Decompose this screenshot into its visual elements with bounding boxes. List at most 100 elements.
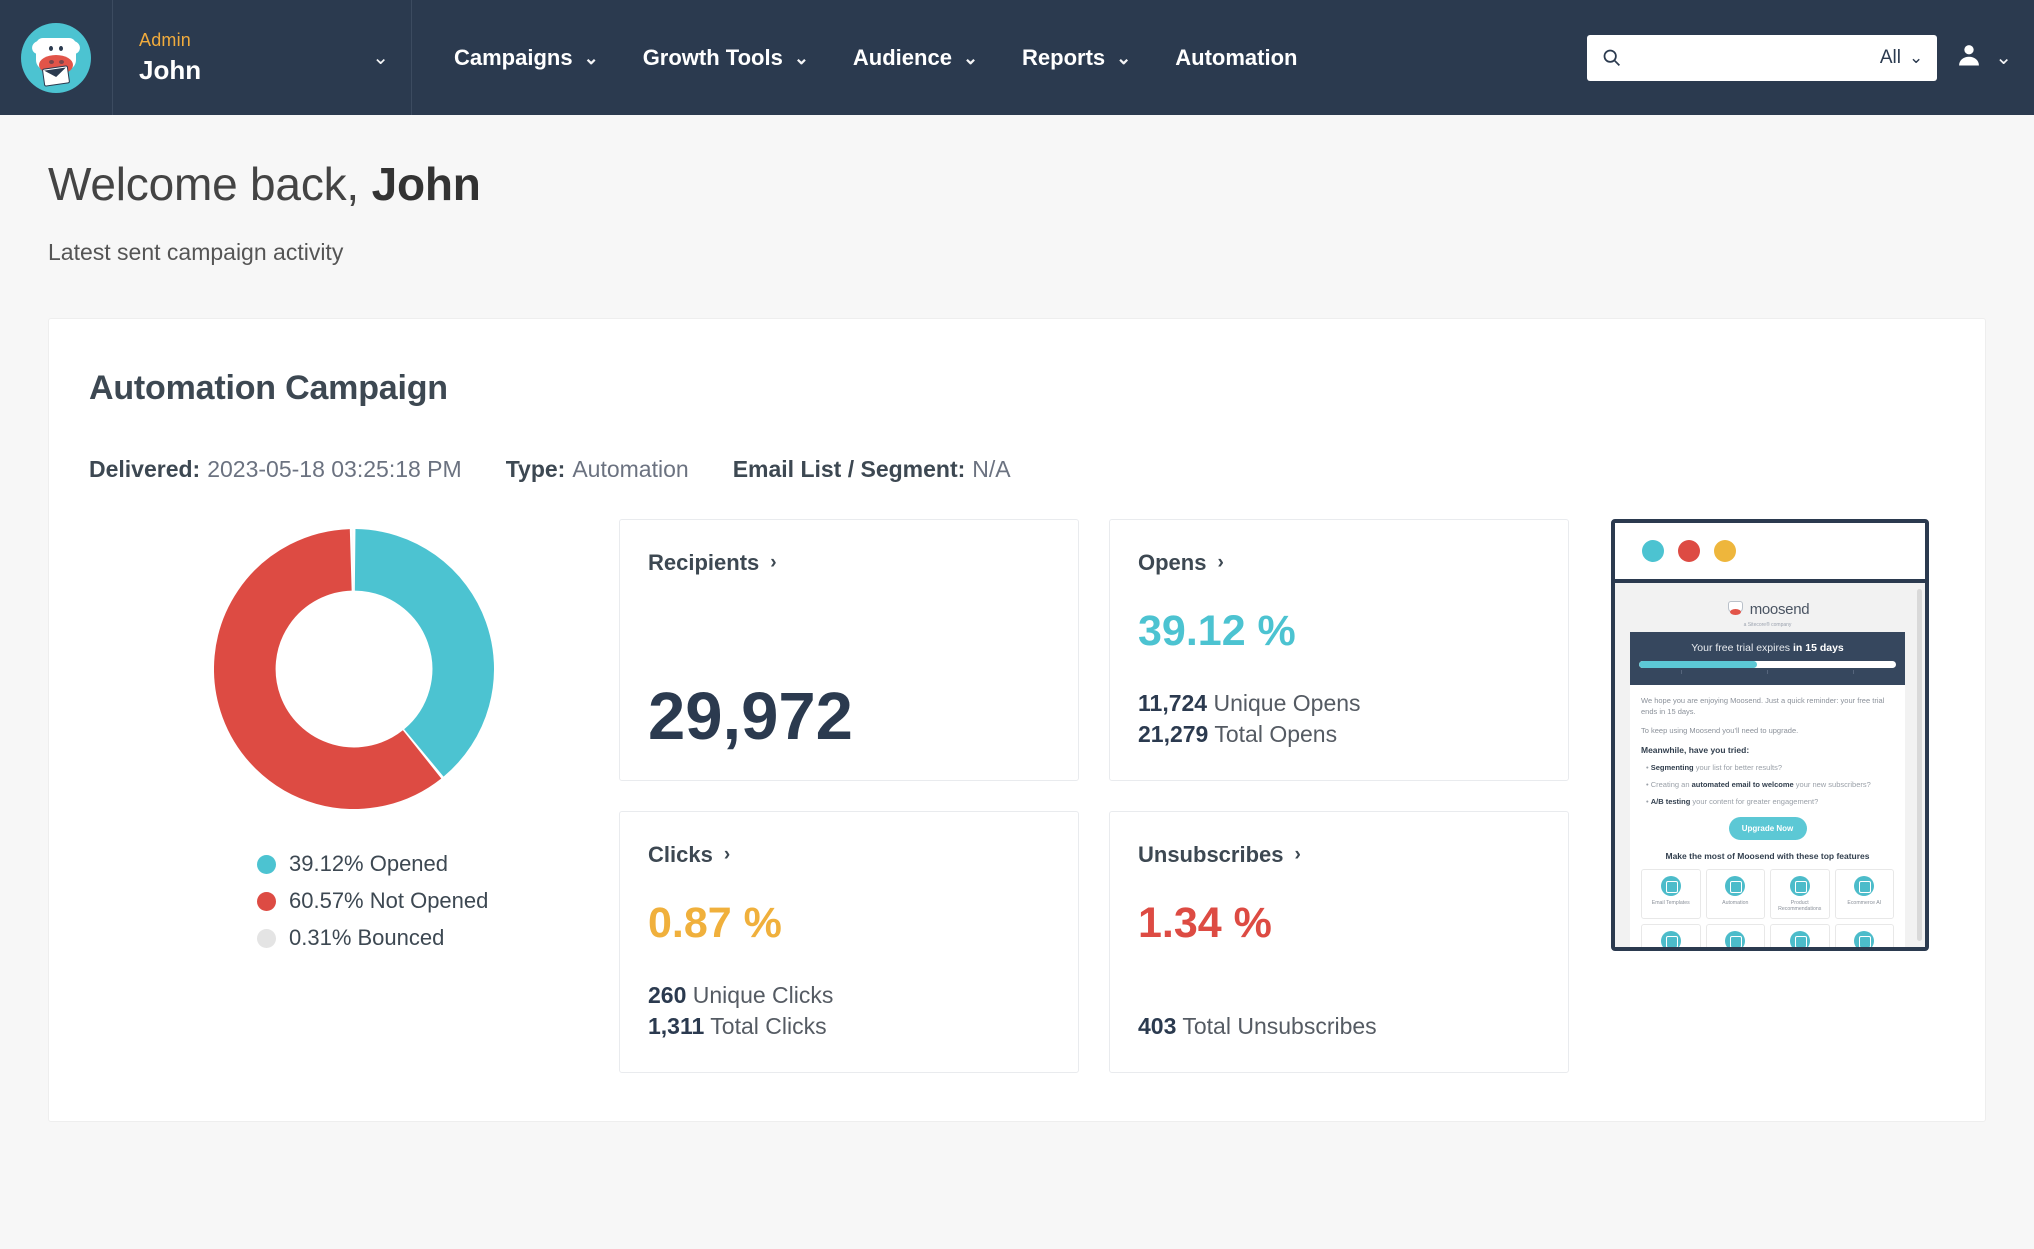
donut-chart-svg: [214, 529, 494, 809]
nav-item-reports[interactable]: Reports ⌄: [1022, 0, 1131, 115]
meta-label: Delivered:: [89, 456, 201, 482]
campaign-summary-card: Automation Campaign Delivered: 2023-05-18…: [48, 318, 1986, 1122]
stat-line-value: 260: [648, 981, 687, 1008]
subscription-forms-icon: [1725, 931, 1746, 947]
account-name: John: [139, 54, 202, 85]
stat-line-value: 403: [1138, 1012, 1177, 1039]
legend-item-bounced: 0.31% Bounced: [257, 925, 619, 951]
stat-line-label: Unique Opens: [1213, 689, 1361, 716]
search-input[interactable]: [1622, 47, 1880, 68]
trial-text-bold: in 15 days: [1792, 642, 1844, 654]
email-content: moosend a Sitecore® company Your free tr…: [1615, 583, 1925, 947]
moosend-cow-icon: [1726, 600, 1745, 619]
stat-line-value: 11,724: [1138, 689, 1208, 716]
email-main-block: We hope you are enjoying Moosend. Just a…: [1630, 685, 1905, 947]
welcome-user-name: John: [371, 158, 481, 210]
chevron-right-icon: ›: [1294, 844, 1301, 865]
window-dot-red: [1678, 540, 1700, 562]
product-recommendations-icon: [1789, 875, 1810, 896]
chevron-down-icon: ⌄: [793, 47, 809, 68]
nav-item-growth-tools[interactable]: Growth Tools ⌄: [643, 0, 809, 115]
stat-card-header[interactable]: Recipients ›: [648, 550, 1050, 576]
stat-line-label: Unique Clicks: [692, 981, 834, 1008]
campaign-title: Automation Campaign: [89, 369, 448, 407]
stat-line: 403 Total Unsubscribes: [1138, 1011, 1540, 1042]
legend-label: 39.12% Opened: [289, 851, 449, 876]
meta-delivered: Delivered: 2023-05-18 03:25:18 PM: [89, 456, 462, 483]
preview-window-bar: [1615, 523, 1925, 583]
feature-tile-custom-reports[interactable]: Custom Reports: [1770, 924, 1830, 947]
chevron-down-icon: ⌄: [1116, 47, 1132, 68]
features-heading: Make the most of Moosend with these top …: [1665, 850, 1870, 861]
email-preview-thumbnail[interactable]: moosend a Sitecore® company Your free tr…: [1611, 519, 1929, 951]
user-icon: [1955, 41, 1983, 74]
email-bullet-bold: Segmenting: [1650, 762, 1694, 772]
chevron-down-icon: ⌄: [1995, 46, 2012, 69]
donut-slice-opened: [353, 529, 494, 777]
stat-card-unsubscribes[interactable]: Unsubscribes › 1.34 % 403 Total Unsubscr…: [1109, 811, 1569, 1073]
legend-color-swatch: [257, 891, 276, 911]
navbar-right: All ⌄ ⌄: [1587, 0, 2012, 115]
feature-tile-ecommerce-ai[interactable]: Ecommerce AI: [1834, 868, 1894, 919]
window-dot-teal: [1642, 540, 1664, 562]
nav-item-label: Growth Tools: [642, 44, 783, 70]
stat-card-recipients[interactable]: Recipients › 29,972: [619, 519, 1079, 781]
chevron-down-icon[interactable]: ⌄: [1909, 48, 1927, 68]
feature-tile-integrations[interactable]: Integrations: [1834, 924, 1894, 947]
feature-tile-landing-pages[interactable]: Landing Pages: [1641, 924, 1701, 947]
meta-label: Email List / Segment:: [732, 456, 966, 482]
nav-item-campaigns[interactable]: Campaigns ⌄: [454, 0, 599, 115]
stat-card-header[interactable]: Opens ›: [1138, 550, 1540, 576]
stat-card-header[interactable]: Clicks ›: [648, 842, 1050, 868]
app-logo[interactable]: [0, 0, 112, 115]
trial-ticks: [1639, 670, 1896, 674]
chevron-right-icon: ›: [770, 552, 777, 573]
opens-detail-lines: 11,724 Unique Opens 21,279 Total Opens: [1138, 688, 1540, 750]
chevron-down-icon: ⌄: [962, 47, 979, 68]
meta-type: Type: Automation: [506, 456, 689, 483]
stat-line: 260 Unique Clicks: [648, 980, 1050, 1011]
window-dot-yellow: [1714, 540, 1736, 562]
user-menu[interactable]: ⌄: [1955, 41, 2012, 74]
campaign-meta: Delivered: 2023-05-18 03:25:18 PM Type: Au…: [89, 456, 1945, 483]
feature-tile-product-recommendations[interactable]: Product Recommendations: [1770, 868, 1830, 919]
global-search[interactable]: All ⌄: [1587, 34, 1938, 81]
ecommerce-ai-icon: [1854, 875, 1875, 896]
feature-label: Ecommerce AI: [1847, 899, 1882, 906]
custom-reports-icon: [1789, 931, 1810, 947]
trial-progress-fill: [1639, 661, 1758, 668]
stat-line-value: 1,311: [648, 1012, 705, 1039]
feature-tile-automation[interactable]: Automation: [1705, 868, 1765, 919]
stat-card-clicks[interactable]: Clicks › 0.87 % 260 Unique Clicks 1,311 …: [619, 811, 1079, 1073]
page-title: Welcome back, John: [48, 115, 1986, 211]
nav-item-automation[interactable]: Automation: [1175, 0, 1297, 115]
account-role: Admin: [139, 29, 192, 50]
email-bullet-rest: your list for better results?: [1693, 762, 1783, 772]
email-brand-tagline: a Sitecore® company: [1743, 622, 1792, 628]
trial-progress-track: [1639, 661, 1896, 668]
opens-percentage: 39.12 %: [1138, 607, 1296, 655]
clicks-percentage: 0.87 %: [648, 899, 782, 947]
account-switcher[interactable]: Admin John ⌄: [112, 0, 412, 115]
search-scope-label[interactable]: All: [1880, 47, 1909, 69]
stat-card-opens[interactable]: Opens › 39.12 % 11,724 Unique Opens 21,2…: [1109, 519, 1569, 781]
donut-chart: [89, 529, 619, 809]
nav-item-audience[interactable]: Audience ⌄: [853, 0, 978, 115]
legend-color-swatch: [257, 854, 276, 874]
feature-tile-subscription-forms[interactable]: Subscription Forms: [1705, 924, 1765, 947]
page-subtitle: Latest sent campaign activity: [48, 239, 344, 265]
preview-scrollbar[interactable]: [1917, 589, 1922, 941]
feature-label: Product Recommendations: [1778, 899, 1822, 913]
upgrade-now-button[interactable]: Upgrade Now: [1728, 816, 1807, 840]
email-bullet: • Creating an automated email to welcome…: [1646, 780, 1871, 789]
feature-label: Email Templates: [1651, 899, 1690, 906]
stat-title: Clicks: [648, 842, 713, 867]
feature-tile-email-templates[interactable]: Email Templates: [1641, 868, 1701, 919]
main-nav: Campaigns ⌄ Growth Tools ⌄ Audience ⌄ Re…: [412, 0, 1341, 115]
email-paragraph: We hope you are enjoying Moosend. Just a…: [1641, 696, 1885, 717]
stat-line-value: 21,279: [1138, 720, 1209, 747]
meta-value: N/A: [972, 456, 1011, 482]
stat-card-header[interactable]: Unsubscribes ›: [1138, 842, 1540, 868]
top-navbar: Admin John ⌄ Campaigns ⌄ Growth Tools ⌄ …: [0, 0, 2034, 115]
clicks-detail-lines: 260 Unique Clicks 1,311 Total Clicks: [648, 980, 1050, 1042]
